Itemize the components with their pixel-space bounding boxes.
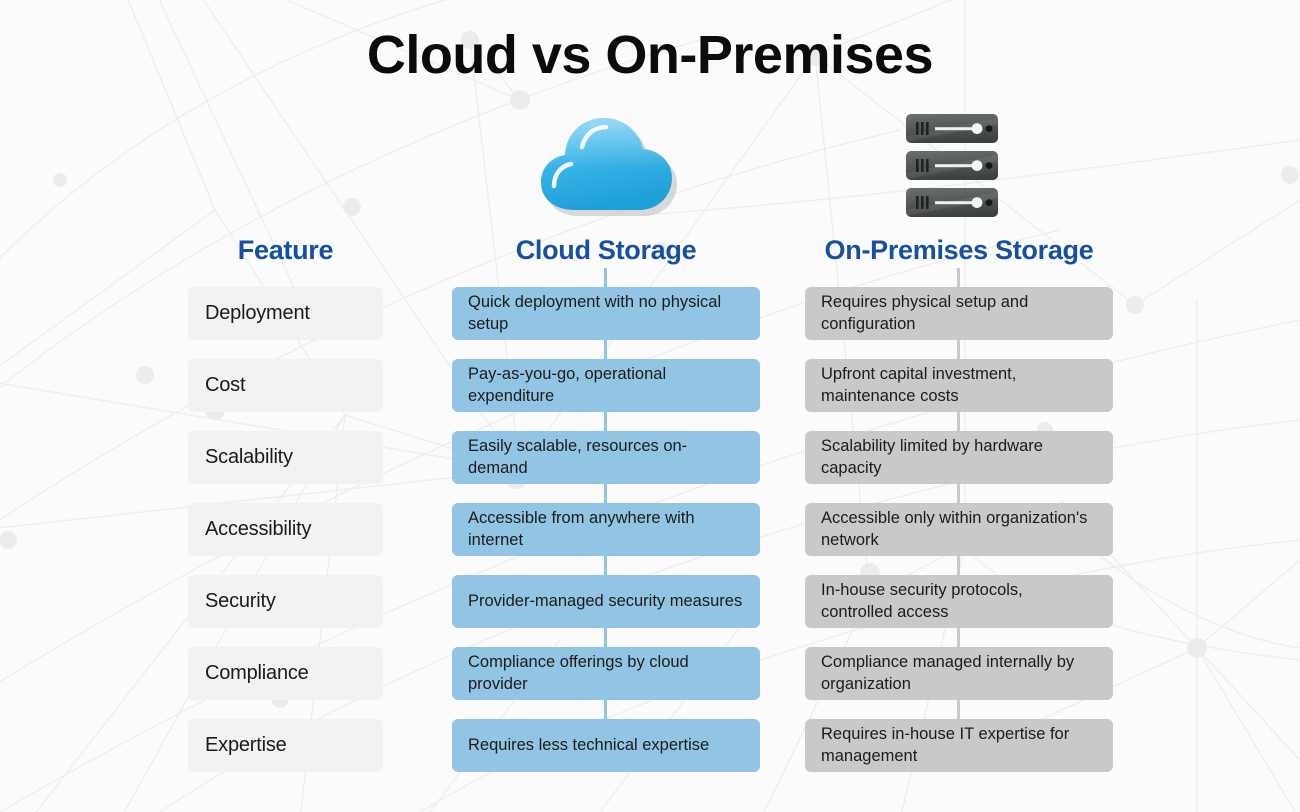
- feature-cell: Scalability: [188, 431, 383, 484]
- feature-cell: Compliance: [188, 647, 383, 700]
- table-row: Deployment Quick deployment with no physi…: [0, 287, 1300, 359]
- table-row: Compliance Compliance offerings by cloud …: [0, 647, 1300, 719]
- server-rack-icon: [906, 114, 998, 217]
- page-title: Cloud vs On-Premises: [366, 25, 934, 85]
- cloud-cell: Quick deployment with no physical setup: [452, 287, 760, 340]
- feature-cell: Cost: [188, 359, 383, 412]
- cloud-cell: Easily scalable, resources on-demand: [452, 431, 760, 484]
- table-row: Expertise Requires less technical experti…: [0, 719, 1300, 791]
- onprem-cell: Requires in-house IT expertise for manag…: [805, 719, 1113, 772]
- table-row: Cost Pay-as-you-go, operational expenditu…: [0, 359, 1300, 431]
- cloud-cell: Provider-managed security measures: [452, 575, 760, 628]
- feature-cell: Accessibility: [188, 503, 383, 556]
- cloud-cell: Requires less technical expertise: [452, 719, 760, 772]
- onprem-cell: Scalability limited by hardware capacity: [805, 431, 1113, 484]
- feature-cell: Deployment: [188, 287, 383, 340]
- onprem-cell: In-house security protocols, controlled …: [805, 575, 1113, 628]
- table-row: Scalability Easily scalable, resources on…: [0, 431, 1300, 503]
- column-header-cloud-storage: Cloud Storage: [515, 235, 697, 265]
- cloud-icon: [541, 118, 677, 216]
- column-header-onpremises-storage: On-Premises Storage: [824, 235, 1094, 265]
- onprem-cell: Compliance managed internally by organiz…: [805, 647, 1113, 700]
- feature-cell: Security: [188, 575, 383, 628]
- comparison-table: Deployment Quick deployment with no physi…: [0, 287, 1300, 791]
- table-row: Security Provider-managed security measur…: [0, 575, 1300, 647]
- infographic-stage: Cloud vs On-Premises Feature Cloud Stora…: [0, 0, 1300, 812]
- cloud-cell: Pay-as-you-go, operational expenditure: [452, 359, 760, 412]
- onprem-cell: Requires physical setup and configuratio…: [805, 287, 1113, 340]
- column-header-feature: Feature: [237, 235, 334, 265]
- cloud-cell: Accessible from anywhere with internet: [452, 503, 760, 556]
- onprem-cell: Accessible only within organization's ne…: [805, 503, 1113, 556]
- cloud-cell: Compliance offerings by cloud provider: [452, 647, 760, 700]
- onprem-cell: Upfront capital investment, maintenance …: [805, 359, 1113, 412]
- feature-cell: Expertise: [188, 719, 383, 772]
- table-row: Accessibility Accessible from anywhere wi…: [0, 503, 1300, 575]
